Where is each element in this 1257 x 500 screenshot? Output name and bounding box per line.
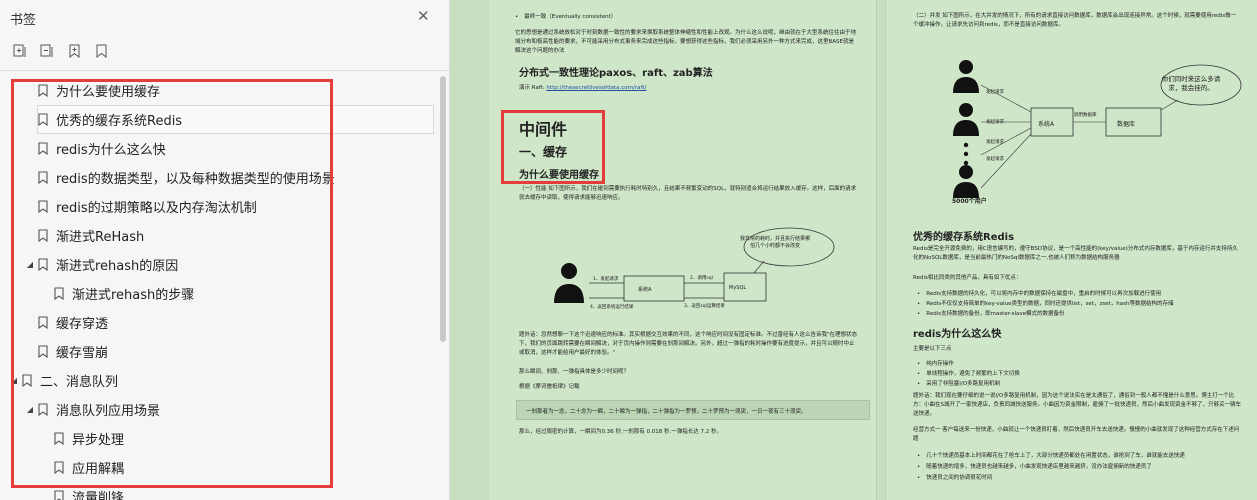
- user-icon: [554, 263, 584, 303]
- paragraph: 那么瞬间、刹那、一弹指具体是多少时间呢？: [519, 369, 630, 375]
- quote-block: 一刹那者为一念，二十念为一瞬，二十瞬为一弹指，二十弹指为一罗预，二十罗预为一须臾…: [516, 400, 870, 420]
- user-icon: [953, 165, 979, 198]
- expand-all-icon[interactable]: [12, 43, 28, 59]
- cache-concurrency-diagram: [953, 60, 1242, 198]
- document-page-right: （二）并发 如下图所示，在大并发的情况下，所有的请求直接访问数据库，数据库会出现…: [885, 0, 1257, 500]
- request-label: 发起请求: [986, 140, 1004, 145]
- demo-prefix: 演示 Raft:: [519, 85, 545, 91]
- add-bookmark-icon[interactable]: [67, 43, 83, 59]
- request-label: 发起请求: [986, 157, 1004, 162]
- list-item: Redis支持数据的备份，即master-slave模式的数据备份: [917, 309, 1064, 317]
- raft-demo-link[interactable]: http://thesecretlivesofdata.com/raft/: [546, 85, 646, 91]
- paragraph: 经营方式一 客户每送来一份快递，小曲就让一个快递员盯着，然后快递员开车去送快递。…: [913, 427, 1240, 442]
- list-item: 快递员之间的协调很花时间: [917, 473, 992, 481]
- document-view: 最终一致（Eventually consistent） 它的思想是通过系统放松对…: [450, 0, 1257, 500]
- bookmark-icon: [54, 490, 64, 500]
- paragraph: Redis相比同类的其他产品，具有如下优点：: [913, 275, 1022, 281]
- bookmark-sidebar: 书签 ✕ 为什么要使用缓存 优秀的缓存系统Redis redis为什么这么快 redi…: [0, 0, 450, 500]
- annotation-highlight-box: [501, 110, 605, 184]
- list-item: 采用了非阻塞I/O多路复用机制: [917, 379, 1000, 387]
- sidebar-scrollbar[interactable]: [440, 76, 446, 342]
- paragraph: 那么，经过周密的计算，一瞬间为0.36 秒,一刹那有 0.018 秒.一弹指长达…: [519, 429, 722, 435]
- user-icon: [953, 103, 979, 136]
- sidebar-divider: [0, 70, 449, 71]
- paragraph: Redis是完全开源免费的，用C语言编写的，遵守BSD协议，是一个高性能的(ke…: [913, 246, 1238, 261]
- step-label: 2、调用sql: [690, 276, 713, 281]
- bubble-text: 你们同时来这么多请求，我会挂的。: [1161, 75, 1221, 92]
- close-icon[interactable]: ✕: [417, 7, 430, 25]
- bubble-text: 我非常的耗时，并且执行结果哪怕几个小时都不会改变: [740, 236, 811, 249]
- paragraph: 题外话：忽然想聊一下这个迅速响应的标准。其实根据交互效果的不同，这个响应时间没有…: [519, 332, 858, 356]
- list-item: 单线程操作，避免了频繁的上下文切换: [917, 369, 1020, 377]
- list-item: 纯内存操作: [917, 359, 954, 367]
- step-label: 1、发起请求: [593, 277, 619, 282]
- request-label: 发起请求: [986, 90, 1004, 95]
- step-label: 4、返回系统运行结果: [590, 305, 634, 310]
- heading-redis: 优秀的缓存系统Redis: [913, 232, 1015, 243]
- users-label: 5000个用户: [952, 198, 987, 205]
- request-label: 发起请求: [986, 120, 1004, 125]
- list-item: 随着快递的增多，快递员也越来越多，小曲发现快递店里越来越挤，没办法雇佣新的快递员…: [917, 462, 1152, 470]
- heading-fast: redis为什么这么快: [913, 329, 1002, 340]
- paragraph: （二）并发 如下图所示，在大并发的情况下，所有的请求直接访问数据库，数据库会出现…: [913, 13, 1237, 28]
- quote-text: 一刹那者为一念，二十念为一瞬，二十瞬为一弹指，二十弹指为一罗预，二十罗预为一须臾…: [526, 409, 807, 415]
- paragraph: 题外话：我们现在要仔细的说一说I/O多路复用机制，因为这个说法实在是太通俗了，通…: [913, 393, 1241, 417]
- document-page-left: 最终一致（Eventually consistent） 它的思想是通过系统放松对…: [489, 0, 877, 500]
- bookmark-label: 流量削锋: [72, 491, 125, 500]
- paragraph: 根据《摩诃僧祇律》记载: [519, 384, 580, 390]
- list-item: 几十个快递员基本上时间都花在了抢车上了，大部分快递员都处在闲置状态，谁抢到了车，…: [917, 451, 1185, 459]
- system-box: [623, 275, 685, 302]
- system-label: 系统A: [638, 287, 652, 293]
- mysql-label: MySQL: [729, 285, 747, 291]
- bookmark-icon[interactable]: [94, 43, 110, 59]
- paragraph: 它的思想是通过系统放松对于时刻数据一致性的要求来换取系统整体伸缩性和性能上改观。…: [515, 30, 857, 54]
- sidebar-title: 书签: [10, 13, 37, 28]
- list-item: Redis不仅仅支持简单的key-value类型的数据，同时还提供list，se…: [917, 299, 1173, 307]
- database-label: 数据库: [1117, 121, 1136, 128]
- user-icon: [953, 60, 979, 93]
- system-label: 系统A: [1038, 121, 1055, 128]
- collapse-all-icon[interactable]: [39, 43, 55, 59]
- demo-line: 演示 Raft: http://thesecretlivesofdata.com…: [519, 83, 646, 91]
- list-item: 最终一致（Eventually consistent）: [515, 12, 616, 20]
- paragraph: 主要是以下三点: [913, 346, 952, 352]
- call-db-label: 调用数据库: [1074, 113, 1097, 118]
- paragraph: （一）性能 如下图所示，我们在碰到需要执行耗时特别久，且结果不频繁变动的SQL，…: [519, 186, 857, 201]
- annotation-highlight-box: [11, 79, 333, 488]
- step-label: 3、返回sql运算结果: [684, 304, 725, 309]
- heading-consistency: 分布式一致性理论paxos、raft、zab算法: [519, 68, 713, 79]
- list-item: Redis支持数据的持久化，可以将内存中的数据保持在磁盘中，重启的时候可以再次加…: [917, 289, 1161, 297]
